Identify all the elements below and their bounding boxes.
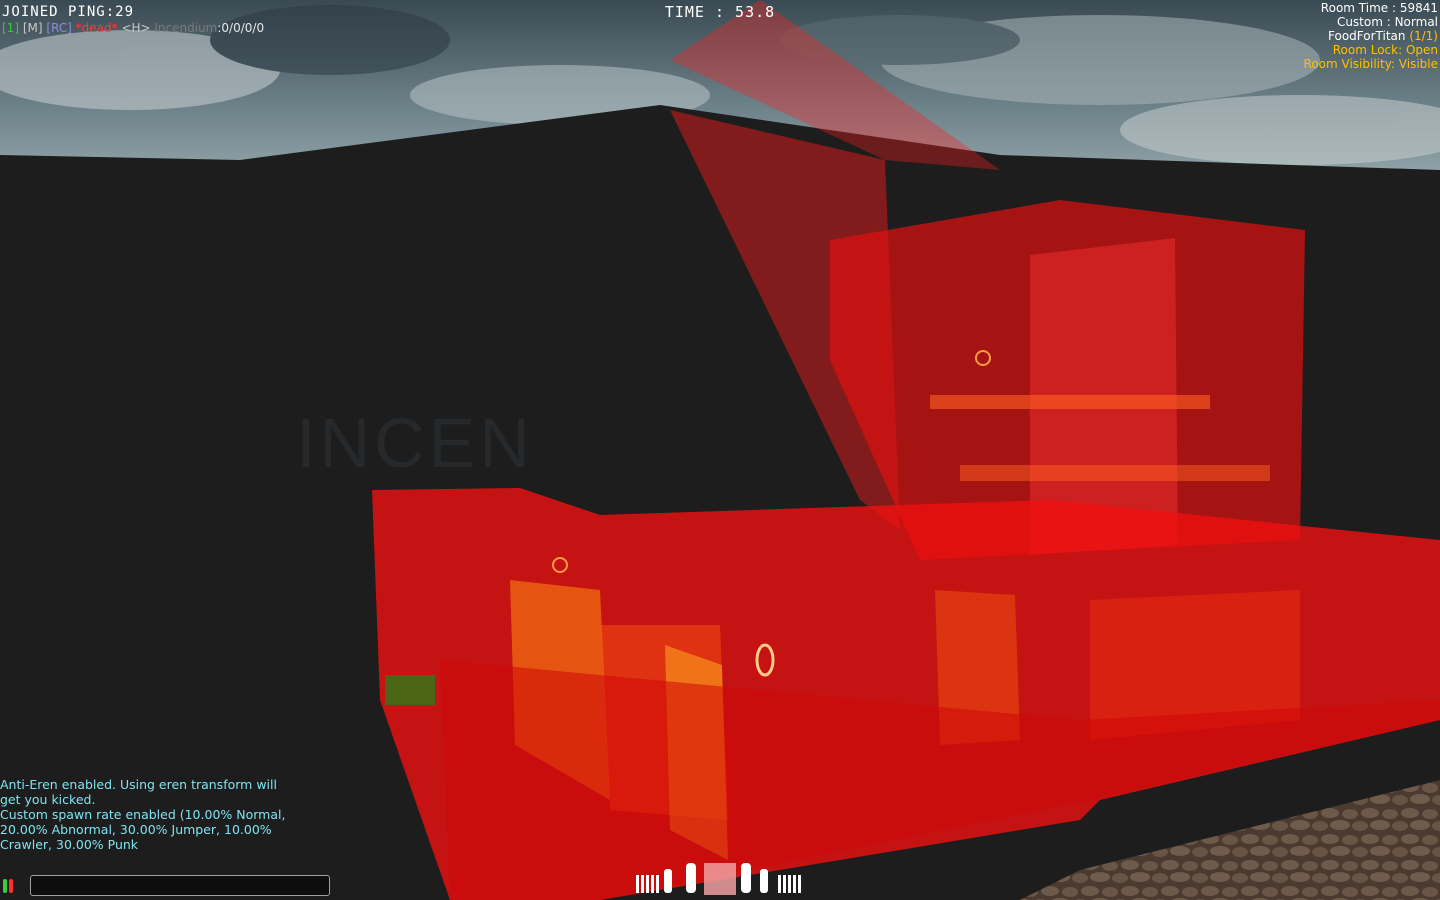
room-name-line: FoodForTitan (1/1) bbox=[1304, 29, 1438, 43]
map-sign: INCEN bbox=[296, 404, 534, 482]
player-name: Incendium bbox=[150, 21, 218, 35]
chat-log: Anti-Eren enabled. Using eren transform … bbox=[0, 777, 300, 852]
room-name: FoodForTitan bbox=[1328, 29, 1406, 43]
player-tag-m: [M] bbox=[19, 21, 43, 35]
room-visibility: Room Visibility: Visible bbox=[1303, 57, 1438, 71]
player-status-dead: *dead* bbox=[71, 21, 118, 35]
status-indicator-red bbox=[9, 879, 13, 893]
player-count: (1/1) bbox=[1409, 29, 1438, 43]
chat-message: Anti-Eren enabled. Using eren transform … bbox=[0, 777, 277, 807]
player-tags: [1] [M] [RC] *dead* <H> Incendium:0/0/0/… bbox=[2, 21, 264, 35]
chat-message: Custom spawn rate enabled (10.00% Normal… bbox=[0, 807, 286, 852]
player-tag-rc: [RC] bbox=[42, 21, 72, 35]
status-indicator bbox=[3, 879, 19, 893]
room-lock: Room Lock: Open bbox=[1332, 43, 1438, 57]
player-tag-h: <H> bbox=[117, 21, 151, 35]
player-tag-id: [1] bbox=[2, 21, 19, 35]
player-stats: :0/0/0/0 bbox=[217, 21, 265, 35]
game-timer: TIME : 53.8 bbox=[664, 3, 776, 21]
chat-input[interactable] bbox=[30, 875, 330, 896]
status-indicator-green bbox=[3, 879, 7, 893]
game-scene: INCEN bbox=[0, 0, 1440, 900]
room-mode: Custom : Normal bbox=[1336, 15, 1438, 29]
room-info: Room Time : 59841 Custom : Normal FoodFo… bbox=[1304, 1, 1438, 71]
room-time: Room Time : 59841 bbox=[1320, 1, 1438, 15]
